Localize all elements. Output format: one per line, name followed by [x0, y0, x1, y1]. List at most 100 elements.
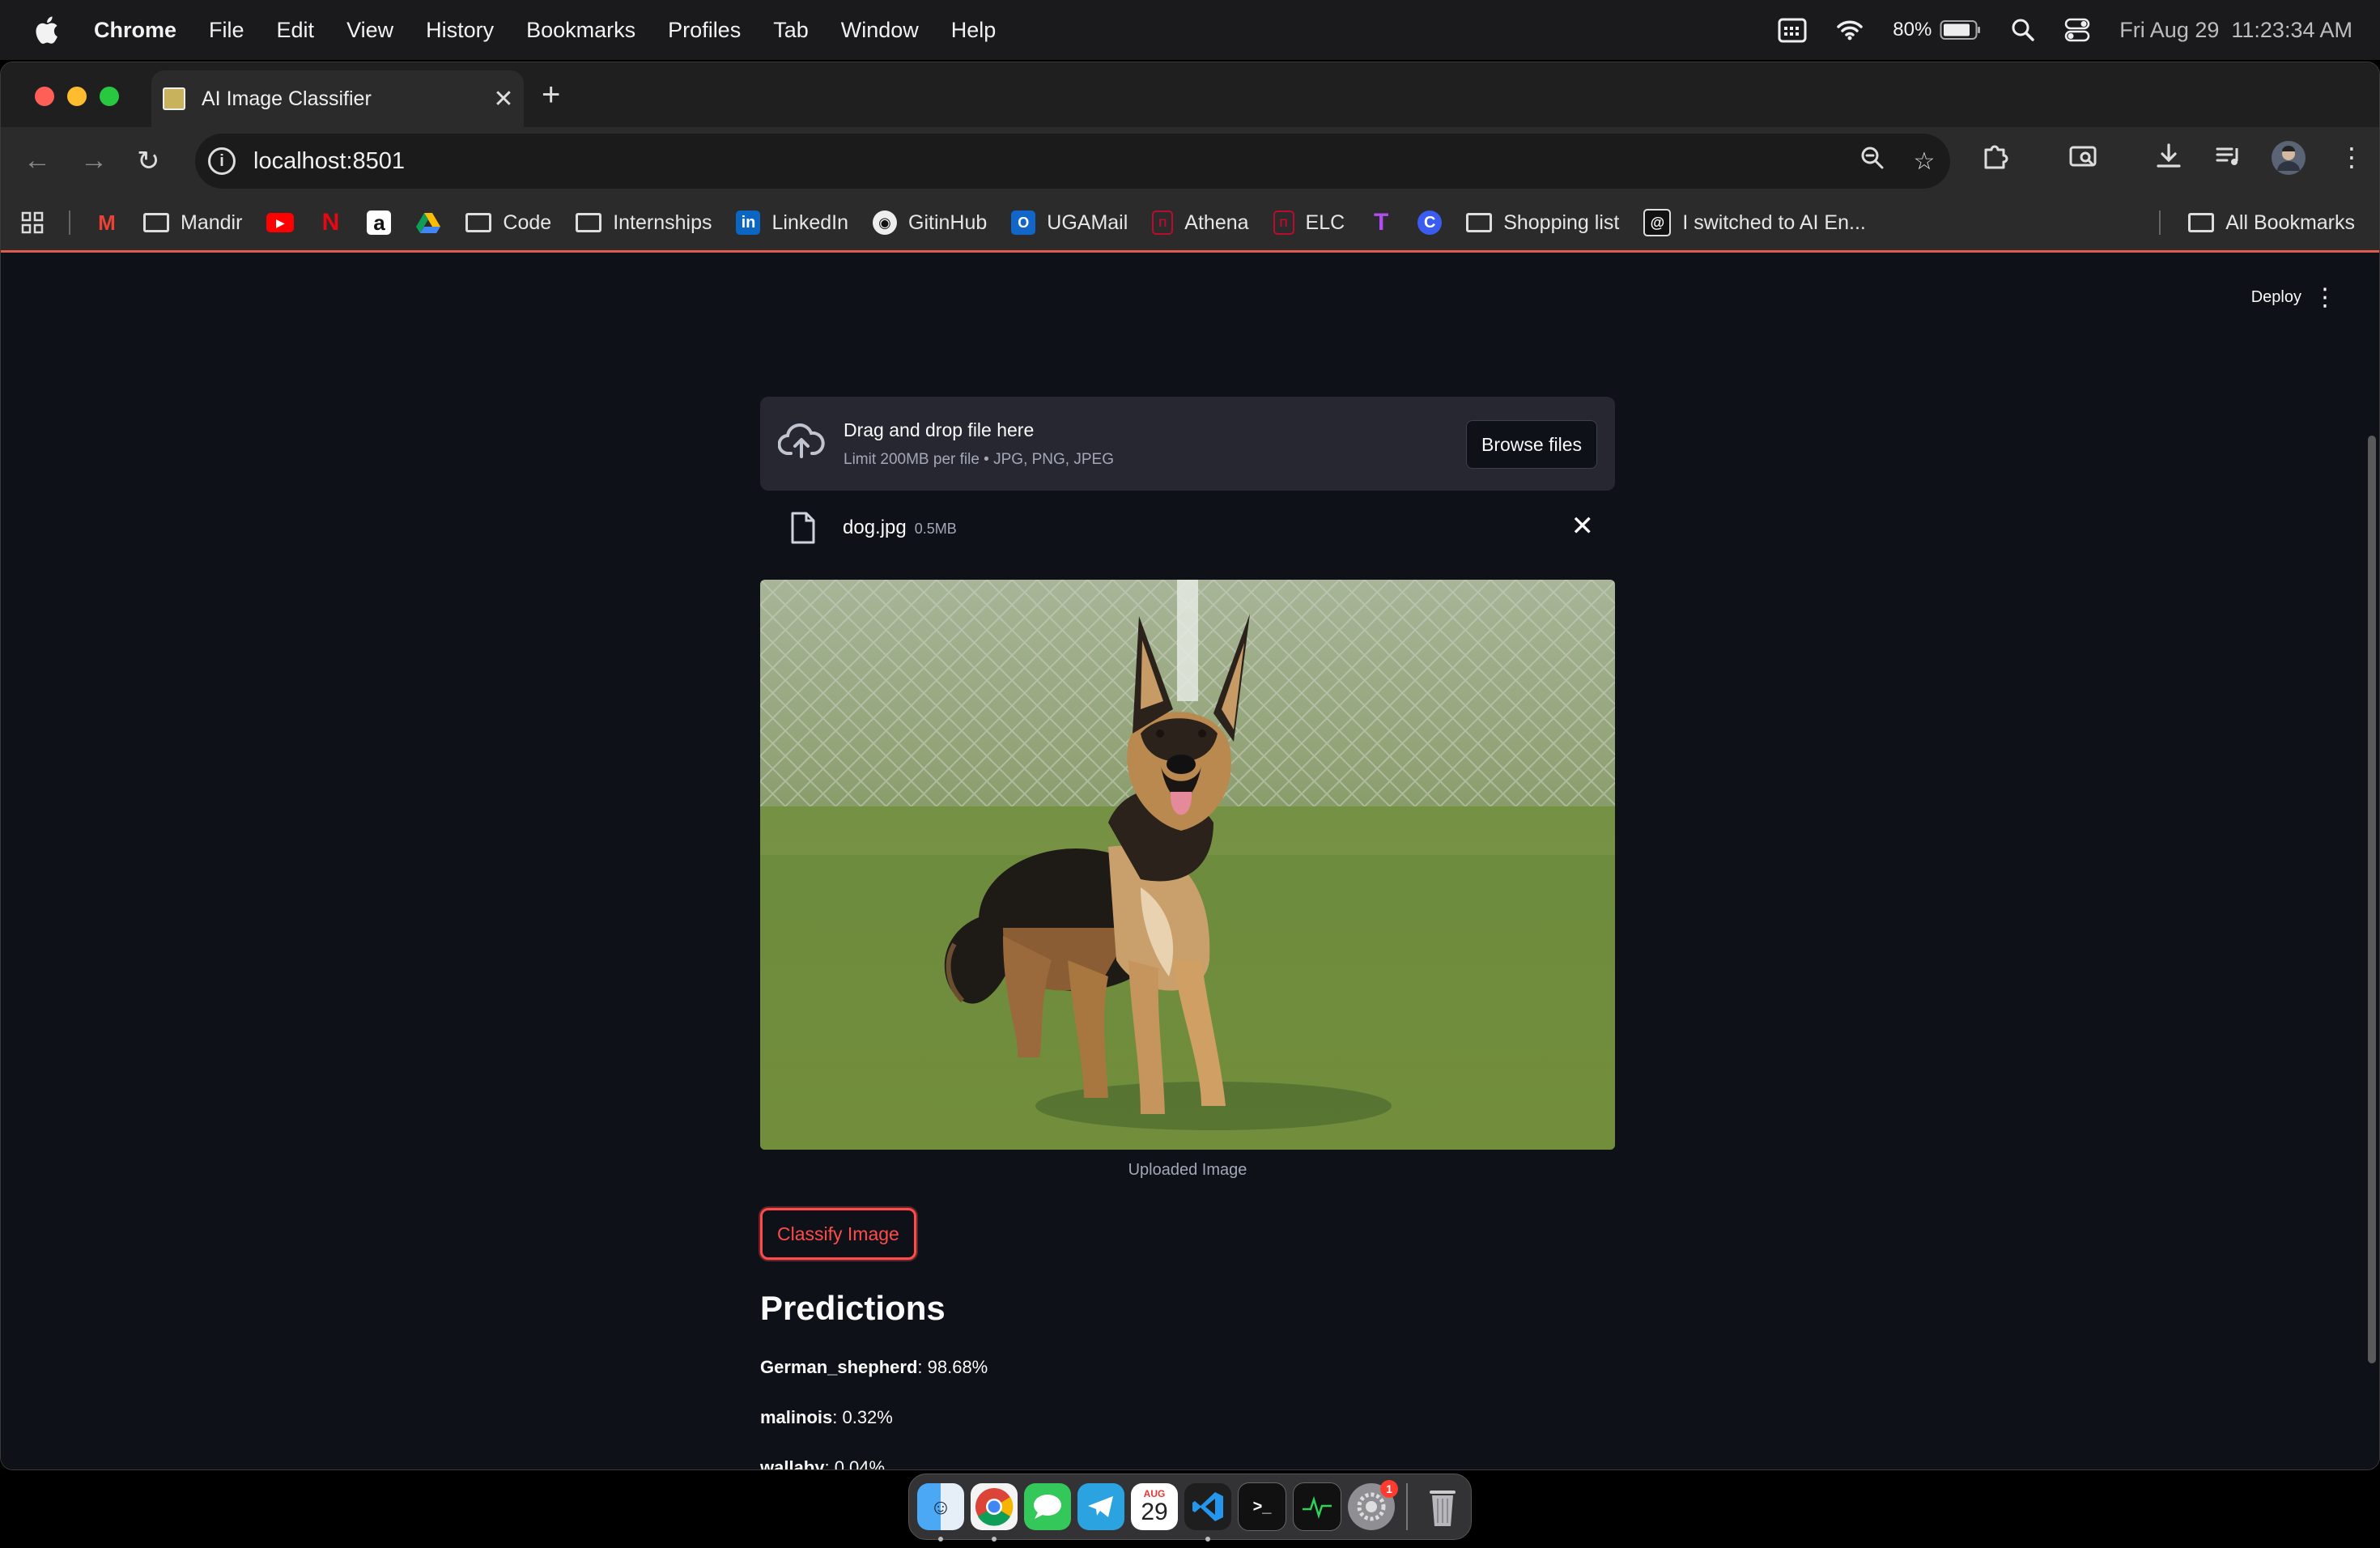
bookmark-shopping-list[interactable]: Shopping list [1466, 211, 1619, 235]
tab-strip: AI Image Classifier ✕ + [1, 62, 2379, 127]
dock-separator [1406, 1483, 1408, 1530]
menu-history[interactable]: History [426, 18, 494, 43]
menubar-clock[interactable]: Fri Aug 29 11:23:34 AM [2119, 18, 2352, 43]
t-app-bookmark[interactable]: T [1369, 209, 1393, 236]
app-menu-kebab-icon[interactable]: ⋮ [2313, 283, 2337, 312]
tab-close-icon[interactable]: ✕ [483, 85, 524, 113]
threads-icon: @ [1643, 209, 1672, 236]
all-bookmarks-folder[interactable]: All Bookmarks [2188, 211, 2355, 235]
menu-bookmarks[interactable]: Bookmarks [526, 18, 635, 43]
menubar-date: Fri Aug 29 [2119, 17, 2220, 42]
uploader-limit-text: Limit 200MB per file • JPG, PNG, JPEG [844, 451, 1114, 468]
c-app-bookmark[interactable]: C [1417, 211, 1443, 235]
gmail-bookmark[interactable]: M [95, 211, 119, 235]
google-drive-bookmark[interactable] [415, 211, 441, 234]
window-close-button[interactable] [35, 87, 54, 106]
netflix-bookmark[interactable]: N [318, 209, 342, 236]
browse-files-button[interactable]: Browse files [1466, 420, 1597, 469]
profile-avatar[interactable] [2271, 140, 2306, 182]
apps-grid-icon[interactable] [20, 211, 45, 235]
menu-view[interactable]: View [346, 18, 393, 43]
bookmark-label: Code [503, 211, 552, 234]
github-icon: ◉ [873, 211, 898, 235]
calendar-icon[interactable]: AUG 29 [1131, 1483, 1178, 1530]
bookmark-ugamail[interactable]: O UGAMail [1011, 211, 1128, 235]
new-tab-plus-icon[interactable]: + [542, 77, 560, 113]
remove-file-icon[interactable]: ✕ [1571, 510, 1595, 542]
menu-window[interactable]: Window [841, 18, 919, 43]
zoom-magnifier-icon[interactable] [1847, 145, 1898, 177]
activity-monitor-icon[interactable] [1293, 1482, 1341, 1531]
chrome-icon[interactable] [971, 1483, 1018, 1542]
classify-image-button[interactable]: Classify Image [760, 1208, 916, 1260]
finder-icon[interactable]: ☺ [917, 1483, 964, 1542]
menubar-time: 11:23:34 AM [2231, 17, 2352, 42]
page-scrollbar[interactable] [2368, 436, 2376, 1363]
bookmark-linkedin[interactable]: in LinkedIn [736, 211, 848, 235]
file-size: 0.5MB [914, 521, 957, 537]
file-uploader-dropzone[interactable]: Drag and drop file here Limit 200MB per … [760, 397, 1615, 491]
window-minimize-button[interactable] [67, 87, 87, 106]
bookmark-internships[interactable]: Internships [576, 211, 712, 235]
apple-logo-icon[interactable] [31, 13, 65, 47]
menu-profiles[interactable]: Profiles [668, 18, 741, 43]
spotlight-search-icon[interactable] [2011, 18, 2035, 42]
menu-edit[interactable]: Edit [277, 18, 315, 43]
vscode-icon[interactable] [1184, 1483, 1231, 1542]
cloud-upload-icon [778, 423, 825, 458]
window-zoom-button[interactable] [100, 87, 119, 106]
battery-icon [1940, 20, 1981, 40]
menu-chrome[interactable]: Chrome [94, 18, 176, 43]
prediction-row: malinois: 0.32% [760, 1407, 893, 1428]
calendar-grid-icon[interactable] [1778, 17, 1807, 43]
battery-status[interactable]: 80% [1893, 19, 1982, 41]
media-controls-icon[interactable] [2214, 142, 2243, 177]
address-bar[interactable]: i localhost:8501 ☆ [195, 134, 1950, 189]
url-text[interactable]: localhost:8501 [253, 148, 1847, 175]
bookmark-label: I switched to AI En... [1682, 211, 1866, 234]
all-bookmarks[interactable]: All Bookmarks [2159, 195, 2355, 250]
terminal-icon[interactable]: >_ [1238, 1482, 1286, 1531]
wifi-icon[interactable] [1836, 19, 1864, 41]
messages-icon[interactable] [1024, 1483, 1071, 1530]
prediction-row: German_shepherd: 98.68% [760, 1357, 988, 1378]
prediction-label: German_shepherd [760, 1357, 918, 1377]
folder-icon [1466, 213, 1493, 232]
bookmark-code[interactable]: Code [465, 211, 551, 235]
tab-ai-image-classifier[interactable]: AI Image Classifier ✕ [151, 70, 524, 127]
forward-arrow-icon[interactable]: → [80, 145, 108, 176]
system-settings-icon[interactable]: 1 [1348, 1480, 1398, 1530]
predictions-heading: Predictions [760, 1289, 946, 1327]
tab-search-icon[interactable] [2068, 142, 2097, 177]
gmail-icon: M [95, 211, 119, 235]
bookmark-star-icon[interactable]: ☆ [1898, 147, 1950, 176]
macos-dock: ☺ AUG 29 >_ 1 [908, 1474, 1472, 1542]
menu-help[interactable]: Help [951, 18, 997, 43]
amazon-bookmark[interactable]: a [367, 211, 392, 235]
bookmark-label: Mandir [181, 211, 243, 234]
bookmark-mandir[interactable]: Mandir [143, 211, 242, 235]
menu-tab[interactable]: Tab [773, 18, 809, 43]
c-logo-icon: C [1417, 211, 1443, 235]
telegram-icon[interactable] [1077, 1483, 1124, 1530]
file-document-icon [791, 512, 815, 544]
folder-icon [576, 213, 602, 232]
prediction-row: wallaby: 0.04% [760, 1457, 885, 1469]
back-arrow-icon[interactable]: ← [23, 145, 51, 176]
bookmark-athena[interactable]: Π Athena [1152, 211, 1249, 235]
youtube-bookmark[interactable]: ▶ [266, 213, 295, 232]
reload-icon[interactable]: ↻ [137, 145, 160, 177]
site-info-icon[interactable]: i [208, 147, 236, 175]
deploy-button[interactable]: Deploy [2251, 288, 2301, 307]
linkedin-icon: in [736, 211, 761, 235]
chrome-window: AI Image Classifier ✕ + ← → ↻ i localhos… [0, 62, 2380, 1470]
bookmark-github[interactable]: ◉ GitinHub [873, 211, 987, 235]
control-center-icon[interactable] [2064, 18, 2090, 42]
trash-icon[interactable] [1419, 1483, 1466, 1530]
extensions-puzzle-icon[interactable] [1981, 142, 2010, 177]
chrome-menu-kebab-icon[interactable]: ⋮ [2339, 142, 2365, 172]
bookmark-elc[interactable]: Π ELC [1273, 211, 1345, 235]
menu-file[interactable]: File [209, 18, 244, 43]
downloads-icon[interactable] [2154, 142, 2183, 177]
bookmark-threads[interactable]: @ I switched to AI En... [1643, 209, 1866, 236]
